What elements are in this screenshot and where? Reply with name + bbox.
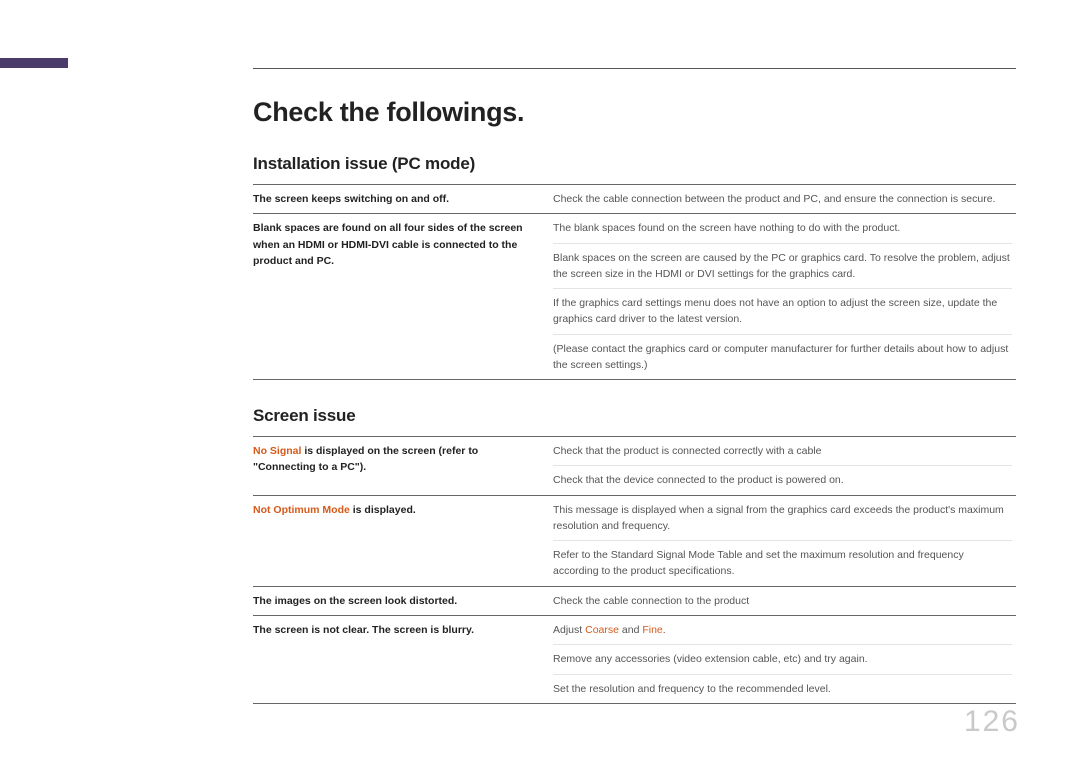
- section-heading-install: Installation issue (PC mode): [253, 154, 1016, 174]
- top-rule: [253, 68, 1016, 69]
- cell-remedy: This message is displayed when a signal …: [553, 495, 1016, 586]
- adjust-line: Adjust Coarse and Fine.: [553, 624, 666, 636]
- table-row: The screen is not clear. The screen is b…: [253, 615, 1016, 703]
- cell-remedy: Check the cable connection to the produc…: [553, 586, 1016, 615]
- page-number: 126: [964, 705, 1020, 739]
- table-screen: No Signal is displayed on the screen (re…: [253, 436, 1016, 704]
- cell-symptom: Blank spaces are found on all four sides…: [253, 214, 553, 380]
- cell-symptom: The screen keeps switching on and off.: [253, 185, 553, 214]
- tab-marker: [0, 58, 68, 68]
- table-row: Blank spaces are found on all four sides…: [253, 214, 1016, 380]
- page-title: Check the followings.: [253, 97, 1016, 128]
- table-row: The screen keeps switching on and off. C…: [253, 185, 1016, 214]
- cell-symptom: No Signal is displayed on the screen (re…: [253, 437, 553, 496]
- table-row: No Signal is displayed on the screen (re…: [253, 437, 1016, 496]
- cell-remedy: Check that the product is connected corr…: [553, 437, 1016, 496]
- section-heading-screen: Screen issue: [253, 406, 1016, 426]
- cell-symptom: Not Optimum Mode is displayed.: [253, 495, 553, 586]
- page-content: Check the followings. Installation issue…: [253, 66, 1016, 704]
- cell-remedy: Check the cable connection between the p…: [553, 185, 1016, 214]
- table-install: The screen keeps switching on and off. C…: [253, 184, 1016, 380]
- cell-symptom: The screen is not clear. The screen is b…: [253, 615, 553, 703]
- cell-remedy: The blank spaces found on the screen hav…: [553, 214, 1016, 380]
- table-row: The images on the screen look distorted.…: [253, 586, 1016, 615]
- cell-remedy: Adjust Coarse and Fine. Remove any acces…: [553, 615, 1016, 703]
- table-row: Not Optimum Mode is displayed. This mess…: [253, 495, 1016, 586]
- cell-symptom: The images on the screen look distorted.: [253, 586, 553, 615]
